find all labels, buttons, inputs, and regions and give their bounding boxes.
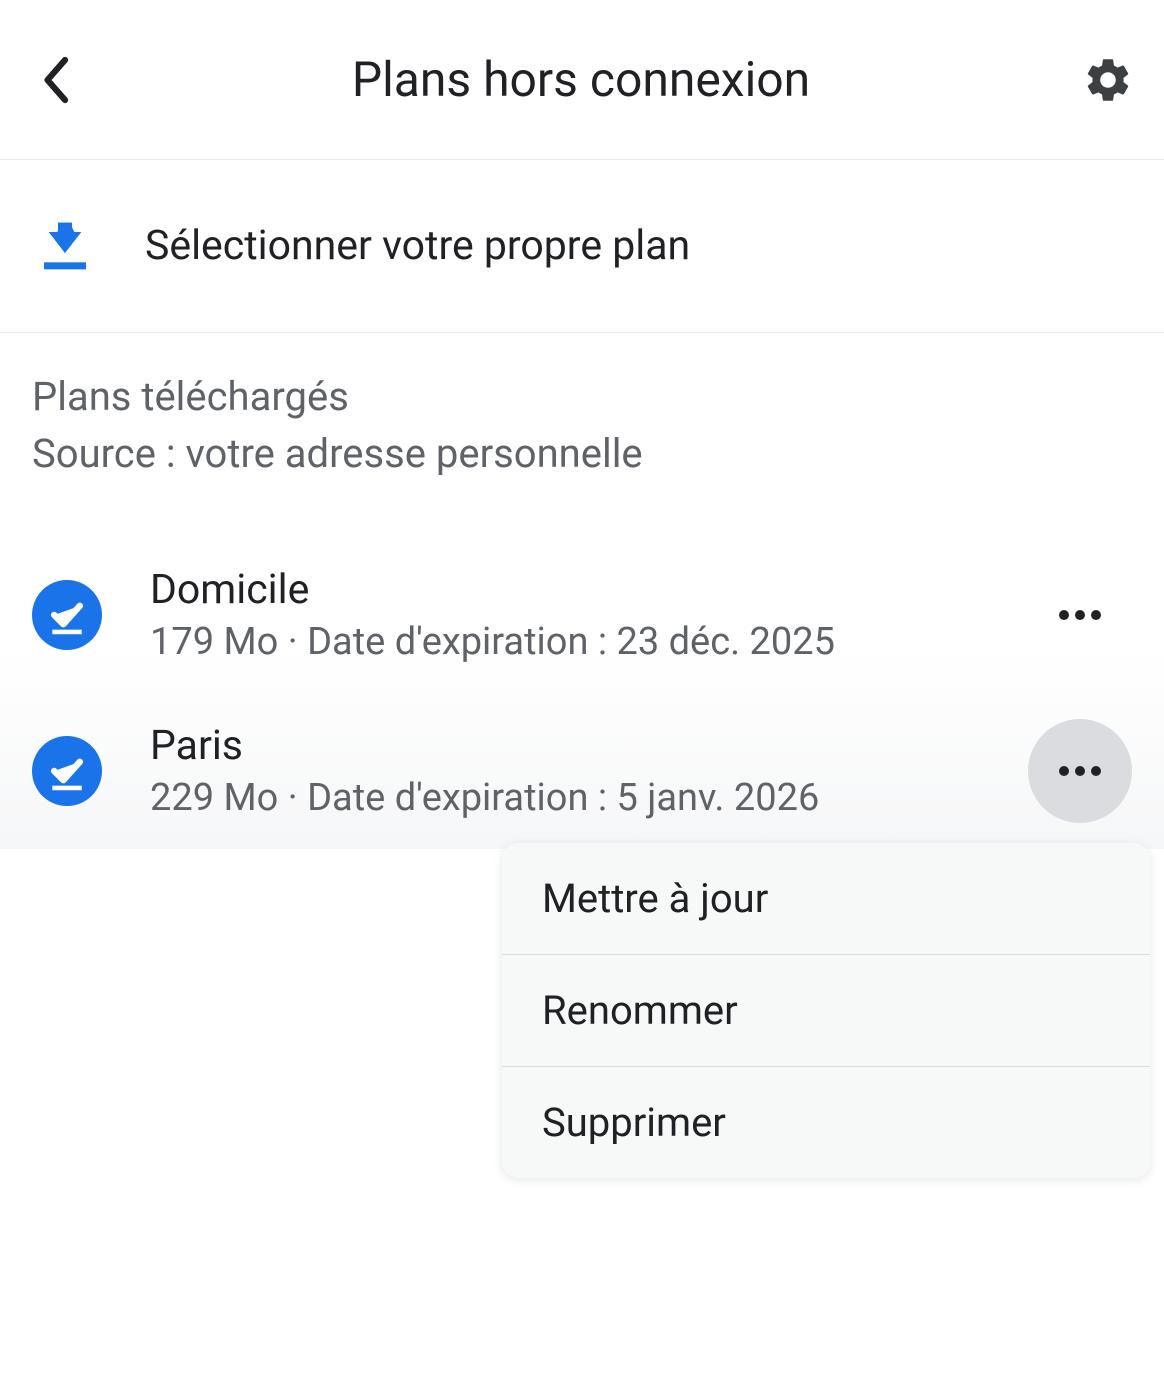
section-title: Plans téléchargés [32, 373, 1132, 420]
more-dots-icon [1059, 766, 1101, 776]
menu-rename[interactable]: Renommer [502, 955, 1150, 1067]
plan-details: 229 Mo · Date d'expiration : 5 janv. 202… [150, 776, 1028, 820]
download-icon [35, 216, 95, 276]
plan-name: Paris [150, 722, 1028, 770]
more-button[interactable] [1028, 563, 1132, 667]
plan-info: Paris 229 Mo · Date d'expiration : 5 jan… [150, 722, 1028, 820]
section-header: Plans téléchargés Source : votre adresse… [0, 333, 1164, 497]
check-circle-icon [32, 736, 102, 806]
content-area: Domicile 179 Mo · Date d'expiration : 23… [0, 497, 1164, 849]
page-title: Plans hors connexion [352, 51, 810, 108]
more-dots-icon [1059, 610, 1101, 620]
plan-item-domicile[interactable]: Domicile 179 Mo · Date d'expiration : 23… [0, 537, 1164, 693]
plan-info: Domicile 179 Mo · Date d'expiration : 23… [150, 566, 1028, 664]
section-subtitle: Source : votre adresse personnelle [32, 430, 1132, 477]
gear-icon [1082, 54, 1134, 106]
select-own-plan-label: Sélectionner votre propre plan [145, 222, 690, 270]
back-button[interactable] [30, 55, 80, 105]
menu-delete[interactable]: Supprimer [502, 1067, 1150, 1178]
plan-list: Domicile 179 Mo · Date d'expiration : 23… [0, 537, 1164, 849]
plan-name: Domicile [150, 566, 1028, 614]
chevron-left-icon [38, 55, 72, 105]
select-own-plan-button[interactable]: Sélectionner votre propre plan [0, 160, 1164, 333]
context-menu: Mettre à jour Renommer Supprimer [502, 843, 1150, 1178]
settings-button[interactable] [1082, 54, 1134, 106]
plan-item-paris[interactable]: Paris 229 Mo · Date d'expiration : 5 jan… [0, 693, 1164, 849]
plan-details: 179 Mo · Date d'expiration : 23 déc. 202… [150, 620, 1028, 664]
menu-update[interactable]: Mettre à jour [502, 843, 1150, 955]
check-circle-icon [32, 580, 102, 650]
header: Plans hors connexion [0, 0, 1164, 160]
more-button-active[interactable] [1028, 719, 1132, 823]
